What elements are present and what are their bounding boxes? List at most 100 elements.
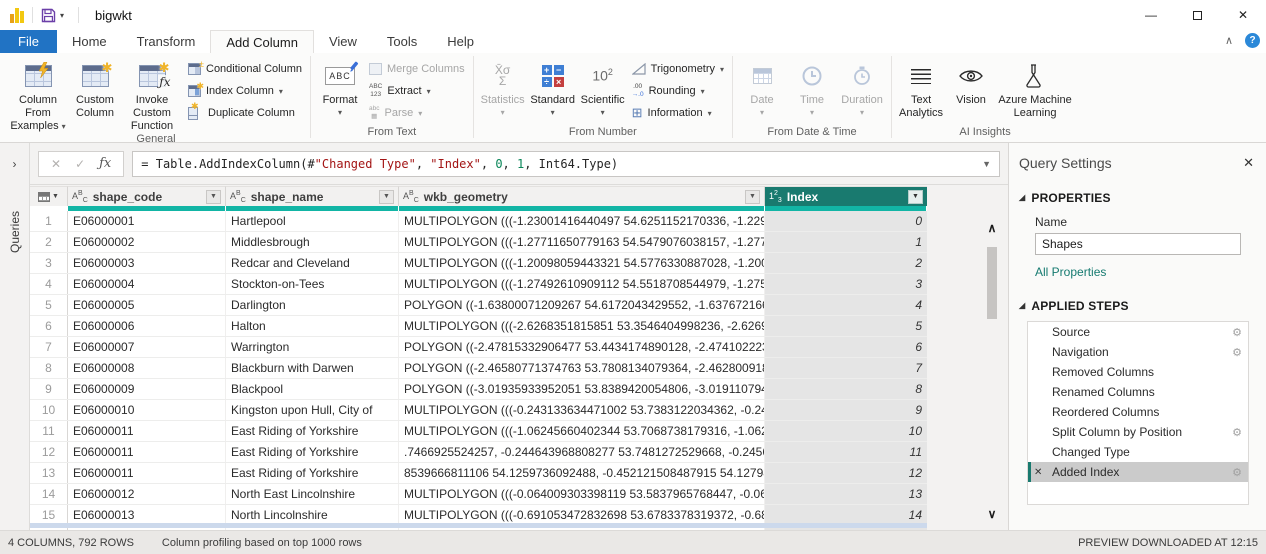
trigonometry-button[interactable]: Trigonometry ▾ <box>632 61 724 77</box>
step-settings-gear-icon[interactable]: ⚙ <box>1232 326 1242 339</box>
table-cell[interactable]: 13 <box>765 484 927 504</box>
column-header-shape-name[interactable]: ABC shape_name ▼ <box>226 186 399 206</box>
table-cell[interactable]: Darlington <box>226 295 399 315</box>
applied-step-removed-columns[interactable]: Removed Columns <box>1028 362 1248 382</box>
column-from-examples-button[interactable]: Column From Examples ▾ <box>6 56 70 133</box>
row-number-cell[interactable]: 12 <box>30 442 68 462</box>
table-cell[interactable]: E06000003 <box>68 253 226 273</box>
filter-dropdown-icon[interactable]: ▼ <box>745 190 760 204</box>
table-cell[interactable]: POLYGON ((-1.63800071209267 54.617204342… <box>399 295 765 315</box>
table-cell[interactable]: E06000004 <box>68 274 226 294</box>
properties-section-header[interactable]: ◢ PROPERTIES <box>1019 191 1266 205</box>
table-cell[interactable]: 8 <box>765 379 927 399</box>
table-row[interactable]: 14E06000012North East LincolnshireMULTIP… <box>30 484 927 505</box>
rounding-button[interactable]: .00→.0 Rounding ▾ <box>632 83 724 99</box>
scroll-down-icon[interactable]: ∨ <box>984 507 1000 521</box>
table-cell[interactable]: E06000006 <box>68 316 226 336</box>
row-number-cell[interactable]: 13 <box>30 463 68 483</box>
table-row[interactable]: 11E06000011East Riding of YorkshireMULTI… <box>30 421 927 442</box>
duplicate-column-button[interactable]: ✱ Duplicate Column <box>188 105 302 121</box>
table-cell[interactable]: MULTIPOLYGON (((-0.691053472832698 53.67… <box>399 505 765 525</box>
table-cell[interactable]: E06000009 <box>68 379 226 399</box>
scrollbar-thumb[interactable] <box>987 247 997 319</box>
table-cell[interactable]: E06000012 <box>68 484 226 504</box>
table-row[interactable]: 2E06000002MiddlesbroughMULTIPOLYGON (((-… <box>30 232 927 253</box>
quick-access-dropdown-icon[interactable]: ▾ <box>60 11 64 20</box>
table-cell[interactable]: 2 <box>765 253 927 273</box>
table-cell[interactable]: .7466925524257, -0.244643968808277 53.74… <box>399 442 765 462</box>
profiling-status[interactable]: Column profiling based on top 1000 rows <box>162 537 362 549</box>
applied-step-split-column-by-position[interactable]: Split Column by Position⚙ <box>1028 422 1248 442</box>
formula-expand-icon[interactable]: ▼ <box>982 159 991 169</box>
vision-button[interactable]: Vision <box>946 56 996 107</box>
tab-file[interactable]: File <box>0 30 57 53</box>
table-cell[interactable]: 9 <box>765 400 927 420</box>
table-cell[interactable]: MULTIPOLYGON (((-1.20098059443321 54.577… <box>399 253 765 273</box>
table-cell[interactable]: Hartlepool <box>226 211 399 231</box>
table-row[interactable]: 12E06000011East Riding of Yorkshire.7466… <box>30 442 927 463</box>
column-header-shape-code[interactable]: ABC shape_code ▼ <box>68 186 226 206</box>
table-row[interactable]: 7E06000007WarringtonPOLYGON ((-2.4781533… <box>30 337 927 358</box>
table-cell[interactable]: Halton <box>226 316 399 336</box>
standard-button[interactable]: +−÷× Standard ▾ <box>528 56 578 117</box>
minimize-button[interactable]: — <box>1128 0 1174 30</box>
row-number-cell[interactable]: 7 <box>30 337 68 357</box>
table-cell[interactable]: E06000008 <box>68 358 226 378</box>
date-button[interactable]: Date ▾ <box>737 56 787 117</box>
table-cell[interactable]: MULTIPOLYGON (((-0.243133634471002 53.73… <box>399 400 765 420</box>
row-number-cell[interactable]: 15 <box>30 505 68 525</box>
applied-step-changed-type[interactable]: Changed Type <box>1028 442 1248 462</box>
time-button[interactable]: Time ▾ <box>787 56 837 117</box>
table-cell[interactable]: POLYGON ((-2.47815332906477 53.443417489… <box>399 337 765 357</box>
table-row[interactable]: 6E06000006HaltonMULTIPOLYGON (((-2.62683… <box>30 316 927 337</box>
tab-transform[interactable]: Transform <box>122 30 211 53</box>
close-button[interactable]: ✕ <box>1220 0 1266 30</box>
table-cell[interactable]: Stockton-on-Tees <box>226 274 399 294</box>
step-settings-gear-icon[interactable]: ⚙ <box>1232 426 1242 439</box>
table-cell[interactable]: 1 <box>765 232 927 252</box>
applied-step-navigation[interactable]: Navigation⚙ <box>1028 342 1248 362</box>
delete-step-icon[interactable]: ✕ <box>1034 467 1042 478</box>
all-properties-link[interactable]: All Properties <box>1035 265 1266 279</box>
table-cell[interactable]: North East Lincolnshire <box>226 484 399 504</box>
applied-step-renamed-columns[interactable]: Renamed Columns <box>1028 382 1248 402</box>
table-cell[interactable]: East Riding of Yorkshire <box>226 442 399 462</box>
table-cell[interactable]: E06000007 <box>68 337 226 357</box>
filter-dropdown-icon[interactable]: ▼ <box>379 190 394 204</box>
table-cell[interactable]: E06000001 <box>68 211 226 231</box>
applied-steps-section-header[interactable]: ◢ APPLIED STEPS <box>1019 299 1266 313</box>
extract-button[interactable]: ABC123 Extract ▾ <box>369 83 465 99</box>
azure-machine-learning-button[interactable]: Azure Machine Learning <box>996 56 1074 120</box>
maximize-button[interactable] <box>1174 0 1220 30</box>
column-header-wkb-geometry[interactable]: ABC wkb_geometry ▼ <box>399 186 765 206</box>
applied-step-source[interactable]: Source⚙ <box>1028 322 1248 342</box>
table-cell[interactable]: Blackburn with Darwen <box>226 358 399 378</box>
applied-step-reordered-columns[interactable]: Reordered Columns <box>1028 402 1248 422</box>
formula-cancel-icon[interactable]: ✕ <box>51 157 61 171</box>
select-all-corner-button[interactable]: ▼ <box>30 186 68 206</box>
table-row[interactable]: 3E06000003Redcar and ClevelandMULTIPOLYG… <box>30 253 927 274</box>
scientific-button[interactable]: 102 Scientific ▾ <box>578 56 628 117</box>
row-number-cell[interactable]: 10 <box>30 400 68 420</box>
table-row[interactable]: 5E06000005DarlingtonPOLYGON ((-1.6380007… <box>30 295 927 316</box>
expand-queries-icon[interactable]: › <box>0 157 29 171</box>
table-row[interactable]: 13E06000011East Riding of Yorkshire85396… <box>30 463 927 484</box>
duration-button[interactable]: Duration ▾ <box>837 56 887 117</box>
table-cell[interactable]: MULTIPOLYGON (((-1.27492610909112 54.551… <box>399 274 765 294</box>
table-cell[interactable]: 4 <box>765 295 927 315</box>
table-row[interactable]: 4E06000004Stockton-on-TeesMULTIPOLYGON (… <box>30 274 927 295</box>
table-cell[interactable]: 3 <box>765 274 927 294</box>
applied-step-added-index[interactable]: ✕Added Index⚙ <box>1028 462 1248 482</box>
invoke-custom-function-button[interactable]: ✱ƒx Invoke Custom Function <box>120 56 184 133</box>
information-button[interactable]: ⊞ Information ▾ <box>632 105 724 121</box>
table-cell[interactable]: POLYGON ((-3.01935933952051 53.838942005… <box>399 379 765 399</box>
table-cell[interactable]: 10 <box>765 421 927 441</box>
step-settings-gear-icon[interactable]: ⚙ <box>1232 346 1242 359</box>
row-number-cell[interactable]: 4 <box>30 274 68 294</box>
row-number-cell[interactable]: 2 <box>30 232 68 252</box>
row-number-cell[interactable]: 11 <box>30 421 68 441</box>
row-number-cell[interactable]: 3 <box>30 253 68 273</box>
table-cell[interactable]: 7 <box>765 358 927 378</box>
table-row[interactable]: 1E06000001HartlepoolMULTIPOLYGON (((-1.2… <box>30 211 927 232</box>
tab-add-column[interactable]: Add Column <box>210 30 314 53</box>
